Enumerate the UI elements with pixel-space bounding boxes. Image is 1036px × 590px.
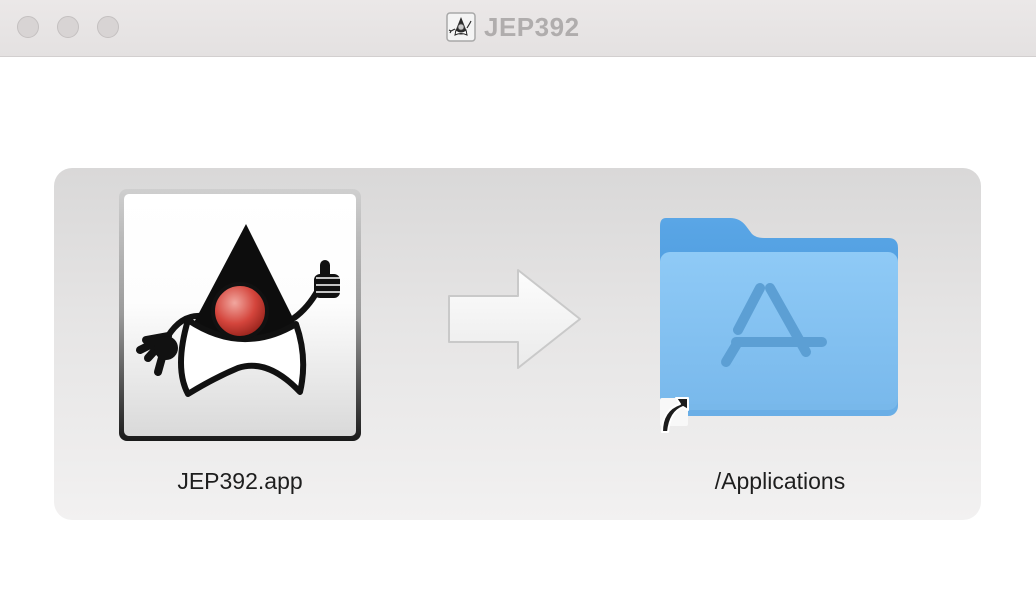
- zoom-button[interactable]: [97, 16, 119, 38]
- app-label: JEP392.app: [177, 468, 303, 494]
- applications-folder-icon[interactable]: [652, 212, 904, 446]
- window-title-group: JEP392: [446, 10, 580, 44]
- alias-arrow-icon: [660, 397, 689, 433]
- minimize-button[interactable]: [57, 16, 79, 38]
- duke-mascot-icon[interactable]: [118, 188, 362, 442]
- title-bar[interactable]: JEP392: [0, 0, 1036, 57]
- applications-label: /Applications: [714, 468, 846, 494]
- window-title: JEP392: [484, 11, 580, 42]
- dmg-installer-window: JEP392 JEP392.app /Applications: [0, 0, 1036, 590]
- duke-mascot-icon: [446, 12, 476, 42]
- close-button[interactable]: [17, 16, 39, 38]
- right-arrow-icon: [448, 269, 581, 369]
